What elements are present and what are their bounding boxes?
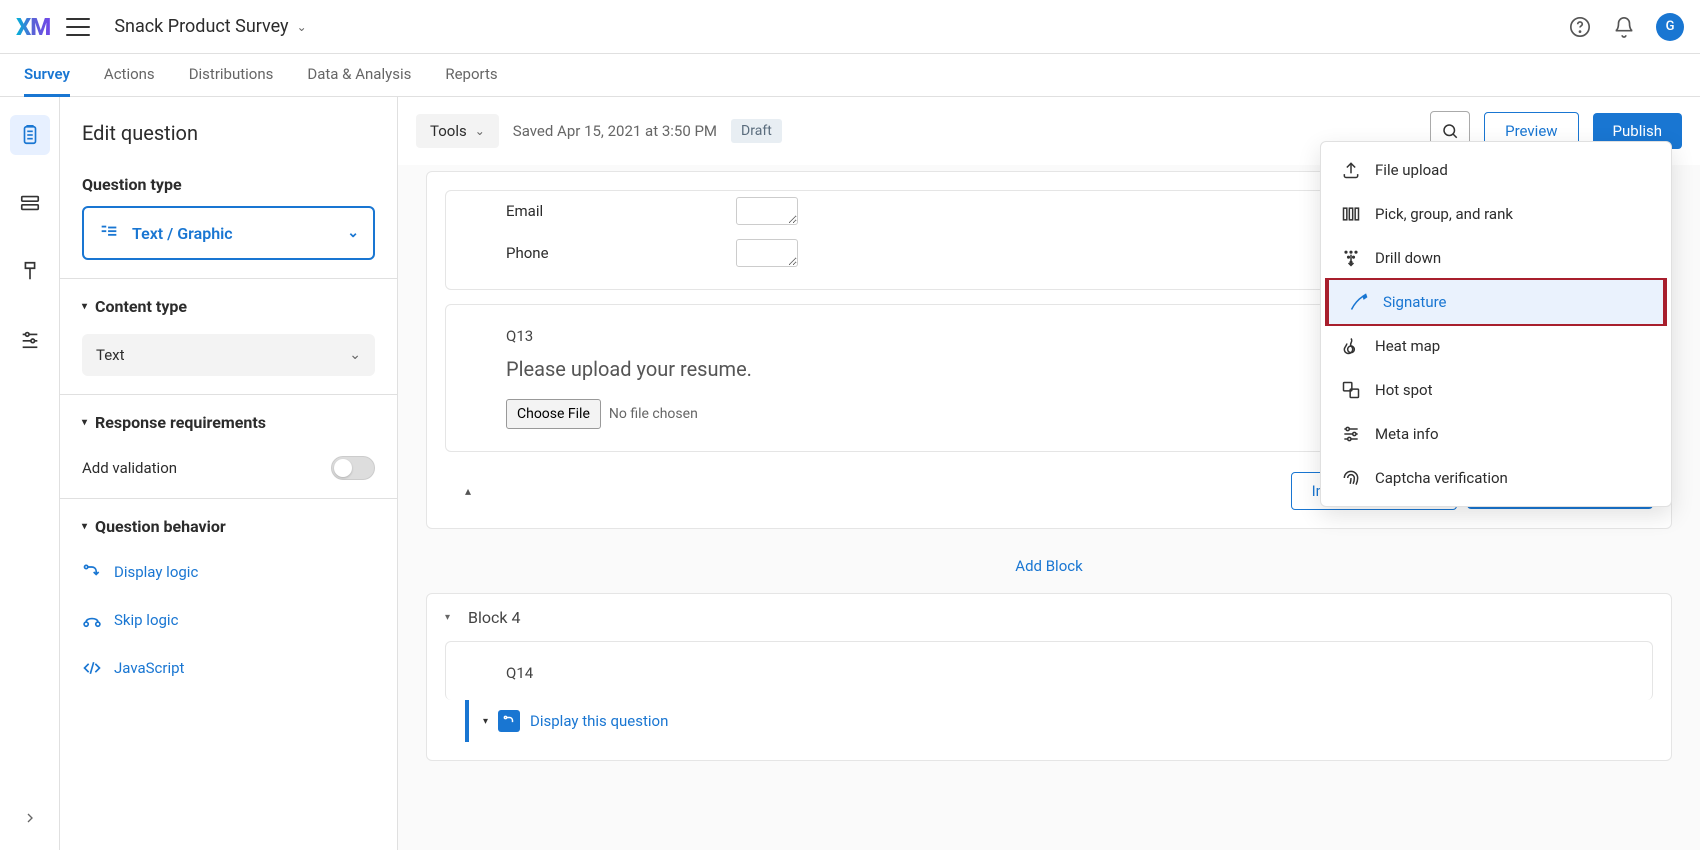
signature-icon [1349,292,1369,312]
rail-expand-icon[interactable] [22,810,38,830]
menu-heat-map[interactable]: Heat map [1321,324,1671,368]
display-logic-icon [82,562,102,582]
javascript-button[interactable]: JavaScript [60,644,397,692]
columns-icon [1341,204,1361,224]
notifications-icon[interactable] [1612,15,1636,39]
question-type-label: Question type [60,163,397,206]
menu-meta-info[interactable]: Meta info [1321,412,1671,456]
rail-look-feel-icon[interactable] [10,251,50,291]
text-graphic-icon [98,222,120,244]
upload-icon [1341,160,1361,180]
metainfo-icon [1341,424,1361,444]
phone-input[interactable] [736,239,798,267]
user-avatar[interactable]: G [1656,13,1684,41]
fingerprint-icon [1341,468,1361,488]
question-type-menu: File upload Pick, group, and rank Drill … [1320,141,1672,507]
q14-number: Q14 [506,664,1592,682]
chevron-down-icon: ⌄ [475,124,485,138]
display-logic-badge-icon [498,710,520,732]
hotspot-icon [1341,380,1361,400]
add-block-link[interactable]: Add Block [398,551,1700,593]
rail-questions-icon[interactable] [10,115,50,155]
block4-title[interactable]: Block 4 [468,608,520,627]
chevron-down-icon: ⌄ [347,225,359,241]
tab-reports[interactable]: Reports [445,54,497,97]
no-file-label: No file chosen [609,406,698,422]
question-behavior-header[interactable]: ▾Question behavior [60,505,397,548]
add-validation-label: Add validation [82,459,177,477]
add-validation-toggle[interactable] [331,456,375,480]
tab-data-analysis[interactable]: Data & Analysis [307,54,411,97]
project-title-dropdown[interactable]: Snack Product Survey ⌄ [114,16,306,37]
response-requirements-header[interactable]: ▾Response requirements [60,401,397,444]
hamburger-menu-icon[interactable] [66,15,90,39]
edit-question-panel: Edit question Question type Text / Graph… [60,97,398,850]
collapse-caret-icon[interactable]: ▴ [465,484,471,498]
phone-label: Phone [506,244,736,262]
question-type-select[interactable]: Text / Graphic ⌄ [82,206,375,260]
project-title-text: Snack Product Survey [114,16,288,37]
skip-logic-icon [82,610,102,630]
display-logic-button[interactable]: Display logic [60,548,397,596]
search-icon [1441,122,1459,140]
tools-button[interactable]: Tools ⌄ [416,114,499,148]
email-label: Email [506,202,736,220]
choose-file-button[interactable]: Choose File [506,399,601,429]
side-rail [0,97,60,850]
saved-timestamp: Saved Apr 15, 2021 at 3:50 PM [513,122,717,140]
content-type-value: Text [96,346,125,364]
skip-logic-button[interactable]: Skip logic [60,596,397,644]
logic-caret-icon: ▾ [483,716,488,727]
rail-options-icon[interactable] [10,319,50,359]
chevron-down-icon: ⌄ [349,347,361,363]
draft-badge: Draft [731,119,782,143]
chevron-down-icon: ⌄ [297,20,307,34]
tab-actions[interactable]: Actions [104,54,155,97]
content-type-header[interactable]: ▾Content type [60,285,397,328]
content-type-dropdown[interactable]: Text ⌄ [82,334,375,376]
menu-drill-down[interactable]: Drill down [1321,236,1671,280]
heatmap-icon [1341,336,1361,356]
main-tabs: Survey Actions Distributions Data & Anal… [0,54,1700,97]
rail-flow-icon[interactable] [10,183,50,223]
code-icon [82,658,102,678]
menu-hot-spot[interactable]: Hot spot [1321,368,1671,412]
tab-survey[interactable]: Survey [24,54,70,97]
question-type-value: Text / Graphic [132,224,233,243]
panel-title: Edit question [60,121,397,163]
survey-canvas: Tools ⌄ Saved Apr 15, 2021 at 3:50 PM Dr… [398,97,1700,850]
display-logic-bar[interactable]: ▾ Display this question [465,700,1633,742]
email-input[interactable] [736,197,798,225]
display-logic-text: Display this question [530,712,668,730]
menu-pick-group-rank[interactable]: Pick, group, and rank [1321,192,1671,236]
block-collapse-icon[interactable]: ▾ [445,612,450,623]
menu-captcha[interactable]: Captcha verification [1321,456,1671,500]
xm-logo[interactable]: XM [16,13,50,41]
help-icon[interactable] [1568,15,1592,39]
menu-file-upload[interactable]: File upload [1321,148,1671,192]
menu-signature[interactable]: Signature [1329,280,1663,324]
drilldown-icon [1341,248,1361,268]
tab-distributions[interactable]: Distributions [189,54,274,97]
